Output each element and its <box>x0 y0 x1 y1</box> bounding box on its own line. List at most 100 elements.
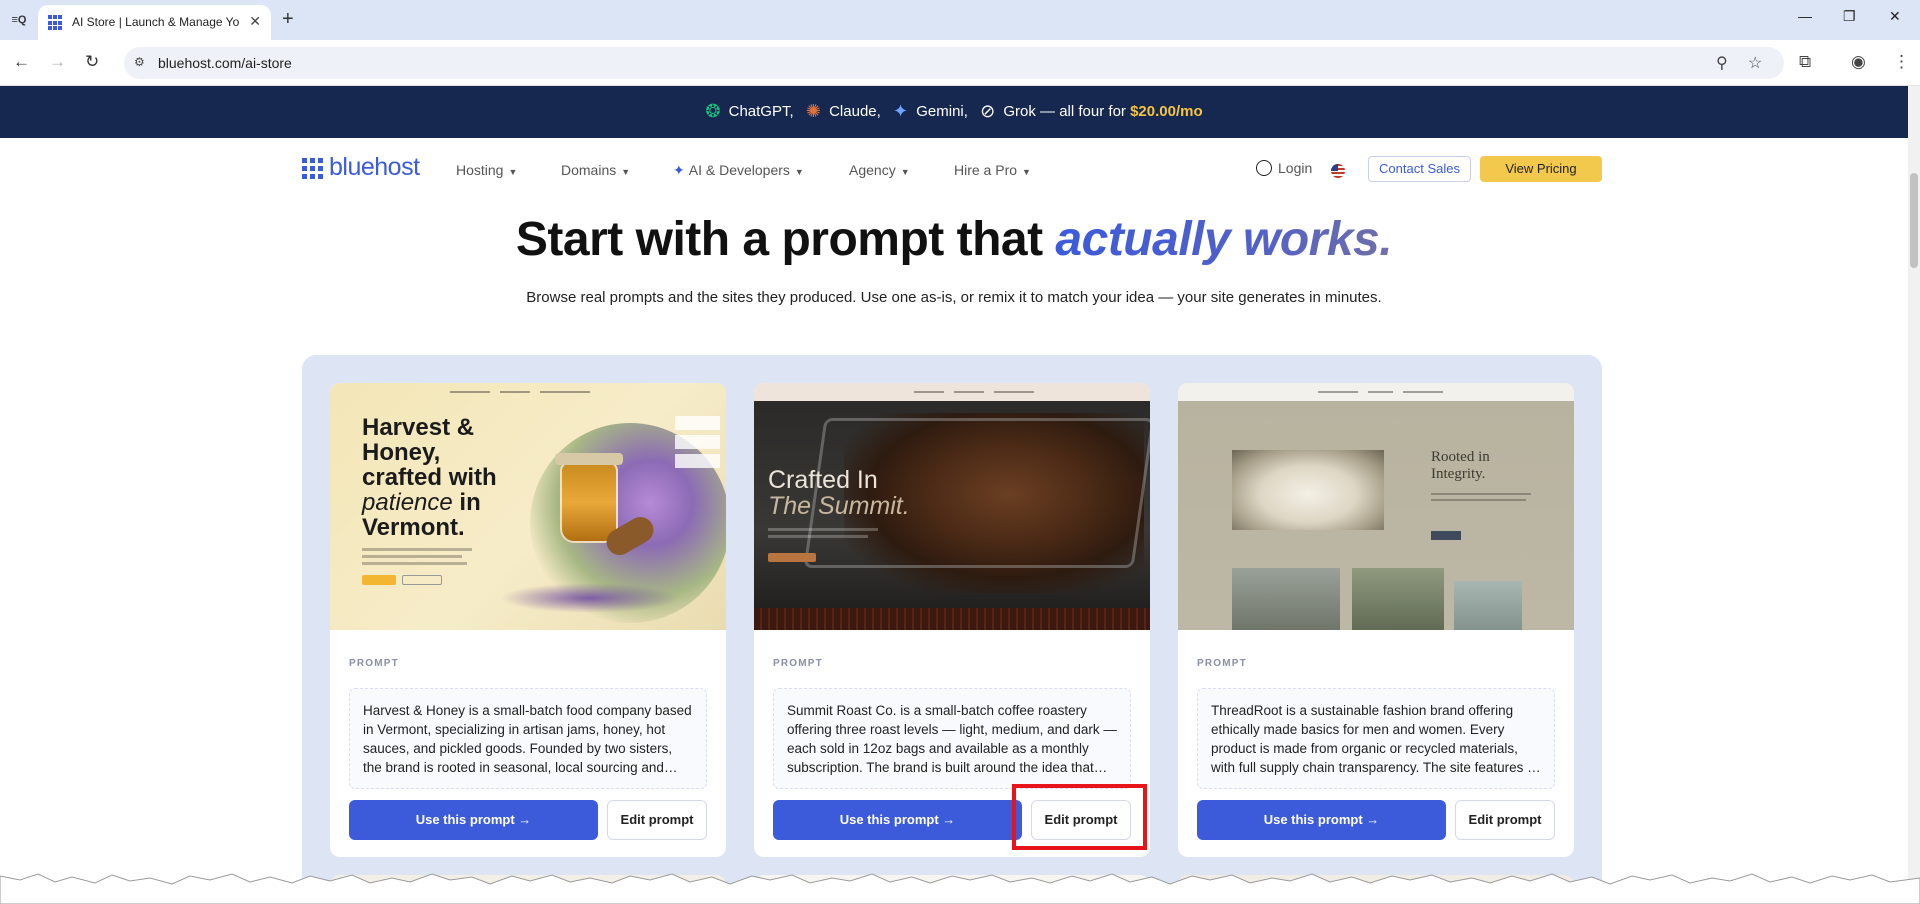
chevron-down-icon: ▼ <box>900 167 910 177</box>
profile-icon[interactable]: ◉ <box>1851 52 1866 72</box>
chevron-down-icon: ▼ <box>794 167 804 177</box>
thumb-line: Crafted In <box>768 466 878 494</box>
window-close-icon[interactable]: ✕ <box>1889 8 1901 25</box>
card-preview-image[interactable]: Crafted In The Summit. <box>754 383 1150 630</box>
claude-icon: ✺ <box>805 101 821 121</box>
sparkle-icon: ✦ <box>673 162 685 178</box>
promo-item-gemini: Gemini, <box>916 103 968 120</box>
browser-toolbar: ← → ↻ ⚙ bluehost.com/ai-store ⚲ ☆ ⧉ ◉ ⋮ <box>0 40 1920 86</box>
screen: ≡Q AI Store | Launch & Manage Yo ✕ + — ❐… <box>0 0 1920 904</box>
use-this-prompt-button[interactable]: Use this prompt → <box>349 800 598 840</box>
thumb-line: Rooted in <box>1431 449 1490 465</box>
scrollbar-thumb[interactable] <box>1910 173 1918 268</box>
thumb-line: patience in <box>362 490 497 515</box>
hero-title-plain: Start with a prompt that <box>515 213 1043 266</box>
prompt-text-box[interactable]: Summit Roast Co. is a small-batch coffee… <box>773 688 1131 789</box>
use-this-prompt-button[interactable]: Use this prompt → <box>773 800 1022 840</box>
hero-title: Start with a prompt that actually works. <box>0 212 1908 267</box>
thumb-em: patience <box>362 489 453 516</box>
zoom-icon[interactable]: ⚲ <box>1716 53 1728 73</box>
nav-domains-label: Domains <box>561 162 617 178</box>
site-header: bluehost Hosting ▼ Domains ▼ ✦ AI & Develop… <box>0 138 1908 200</box>
login-link[interactable]: Login <box>1256 160 1312 176</box>
prompt-text-box[interactable]: ThreadRoot is a sustainable fashion bran… <box>1197 688 1555 789</box>
thumb-line: The Summit. <box>768 492 910 520</box>
tab-search-icon[interactable]: ≡Q <box>8 9 30 31</box>
hero-title-emphasis: actually works. <box>1055 213 1393 266</box>
nav-agency-label: Agency <box>849 162 896 178</box>
prompt-text: Summit Roast Co. is a small-batch coffee… <box>787 703 1117 775</box>
card-preview-image[interactable]: Rooted in Integrity. <box>1178 383 1574 630</box>
torn-edge-graphic <box>0 873 1920 904</box>
nav-hosting-label: Hosting <box>456 162 504 178</box>
prompt-label: PROMPT <box>349 658 399 669</box>
hero-subtitle: Browse real prompts and the sites they p… <box>526 289 1382 306</box>
thumb-headline: Rooted in Integrity. <box>1431 449 1490 483</box>
promo-item-chatgpt: ChatGPT, <box>728 103 794 120</box>
prompt-text: Harvest & Honey is a small-batch food co… <box>363 703 692 775</box>
nav-ai-developers-label: AI & Developers <box>688 162 790 178</box>
contact-sales-button[interactable]: Contact Sales <box>1368 156 1471 182</box>
restore-icon[interactable]: ❐ <box>1843 8 1856 25</box>
nav-domains[interactable]: Domains ▼ <box>561 162 630 178</box>
us-flag-icon[interactable] <box>1331 164 1345 178</box>
prompt-text-box[interactable]: Harvest & Honey is a small-batch food co… <box>349 688 707 789</box>
honey-jar-graphic <box>560 461 618 543</box>
site-info-icon[interactable]: ⚙ <box>134 55 145 69</box>
knit-fabric-graphic <box>1232 450 1384 530</box>
reload-icon[interactable]: ↻ <box>85 52 99 72</box>
chevron-down-icon: ▼ <box>621 167 631 177</box>
new-tab-icon[interactable]: + <box>282 8 294 30</box>
grok-icon: ⊘ <box>980 101 996 121</box>
nav-hire-a-pro-label: Hire a Pro <box>954 162 1018 178</box>
prompt-card-threadroot: Rooted in Integrity. PROMPT ThreadRoot i… <box>1178 383 1574 857</box>
promo-item-claude: Claude, <box>829 103 881 120</box>
prompt-card-harvest-honey: Harvest & Honey, crafted with patience i… <box>330 383 726 857</box>
url-text: bluehost.com/ai-store <box>158 55 292 71</box>
thumb-line: Integrity. <box>1431 466 1486 482</box>
chevron-down-icon: ▼ <box>1022 167 1031 177</box>
browser-tab-strip: ≡Q AI Store | Launch & Manage Yo ✕ + — ❐… <box>0 0 1920 40</box>
prompt-text: ThreadRoot is a sustainable fashion bran… <box>1211 703 1535 775</box>
chevron-down-icon: ▼ <box>508 167 518 177</box>
minimize-icon[interactable]: — <box>1798 8 1812 24</box>
user-icon <box>1256 160 1272 176</box>
back-icon[interactable]: ← <box>13 52 30 72</box>
prompt-gallery: Harvest & Honey, crafted with patience i… <box>302 355 1602 904</box>
edit-prompt-button[interactable]: Edit prompt <box>607 800 707 840</box>
logo-text: bluehost <box>329 153 420 181</box>
nav-ai-developers[interactable]: ✦ AI & Developers ▼ <box>673 162 804 179</box>
tab-title: AI Store | Launch & Manage Yo <box>72 15 240 29</box>
bookmark-star-icon[interactable]: ☆ <box>1748 53 1762 73</box>
logo-grid-icon <box>302 158 323 179</box>
thumb-line: Vermont. <box>362 514 465 541</box>
thumb-line: Honey, <box>362 439 441 466</box>
bluehost-favicon-icon <box>48 15 64 31</box>
highlight-box <box>1012 784 1147 850</box>
thumb-line-rest: in <box>452 489 481 516</box>
view-pricing-button[interactable]: View Pricing <box>1480 156 1602 182</box>
promo-suffix: — all four for <box>1040 103 1126 120</box>
card-preview-image[interactable]: Harvest & Honey, crafted with patience i… <box>330 383 726 630</box>
forward-icon[interactable]: → <box>49 52 66 72</box>
login-label: Login <box>1278 160 1313 176</box>
thumb-line: crafted with <box>362 464 497 491</box>
promo-price: $20.00/mo <box>1130 103 1203 120</box>
browser-menu-icon[interactable]: ⋮ <box>1893 52 1910 72</box>
browser-tab-active[interactable]: AI Store | Launch & Manage Yo ✕ <box>38 5 271 40</box>
nav-agency[interactable]: Agency ▼ <box>849 162 910 178</box>
gemini-icon: ✦ <box>892 101 909 121</box>
thumb-headline: Harvest & Honey, crafted with patience i… <box>362 415 497 540</box>
address-bar[interactable]: ⚙ bluehost.com/ai-store ⚲ ☆ <box>124 47 1784 79</box>
promo-item-grok: Grok <box>1003 103 1036 120</box>
promo-banner[interactable]: ❂ ChatGPT, ✺ Claude, ✦ Gemini, ⊘ Grok — … <box>0 86 1908 138</box>
prompt-label: PROMPT <box>773 658 823 669</box>
extensions-icon[interactable]: ⧉ <box>1799 52 1811 72</box>
use-this-prompt-button[interactable]: Use this prompt → <box>1197 800 1446 840</box>
nav-hosting[interactable]: Hosting ▼ <box>456 162 517 178</box>
thumb-line: Harvest & <box>362 414 475 441</box>
chatgpt-icon: ❂ <box>705 101 721 121</box>
nav-hire-a-pro[interactable]: Hire a Pro ▼ <box>954 162 1031 178</box>
edit-prompt-button[interactable]: Edit prompt <box>1455 800 1555 840</box>
tab-close-icon[interactable]: ✕ <box>249 13 261 30</box>
